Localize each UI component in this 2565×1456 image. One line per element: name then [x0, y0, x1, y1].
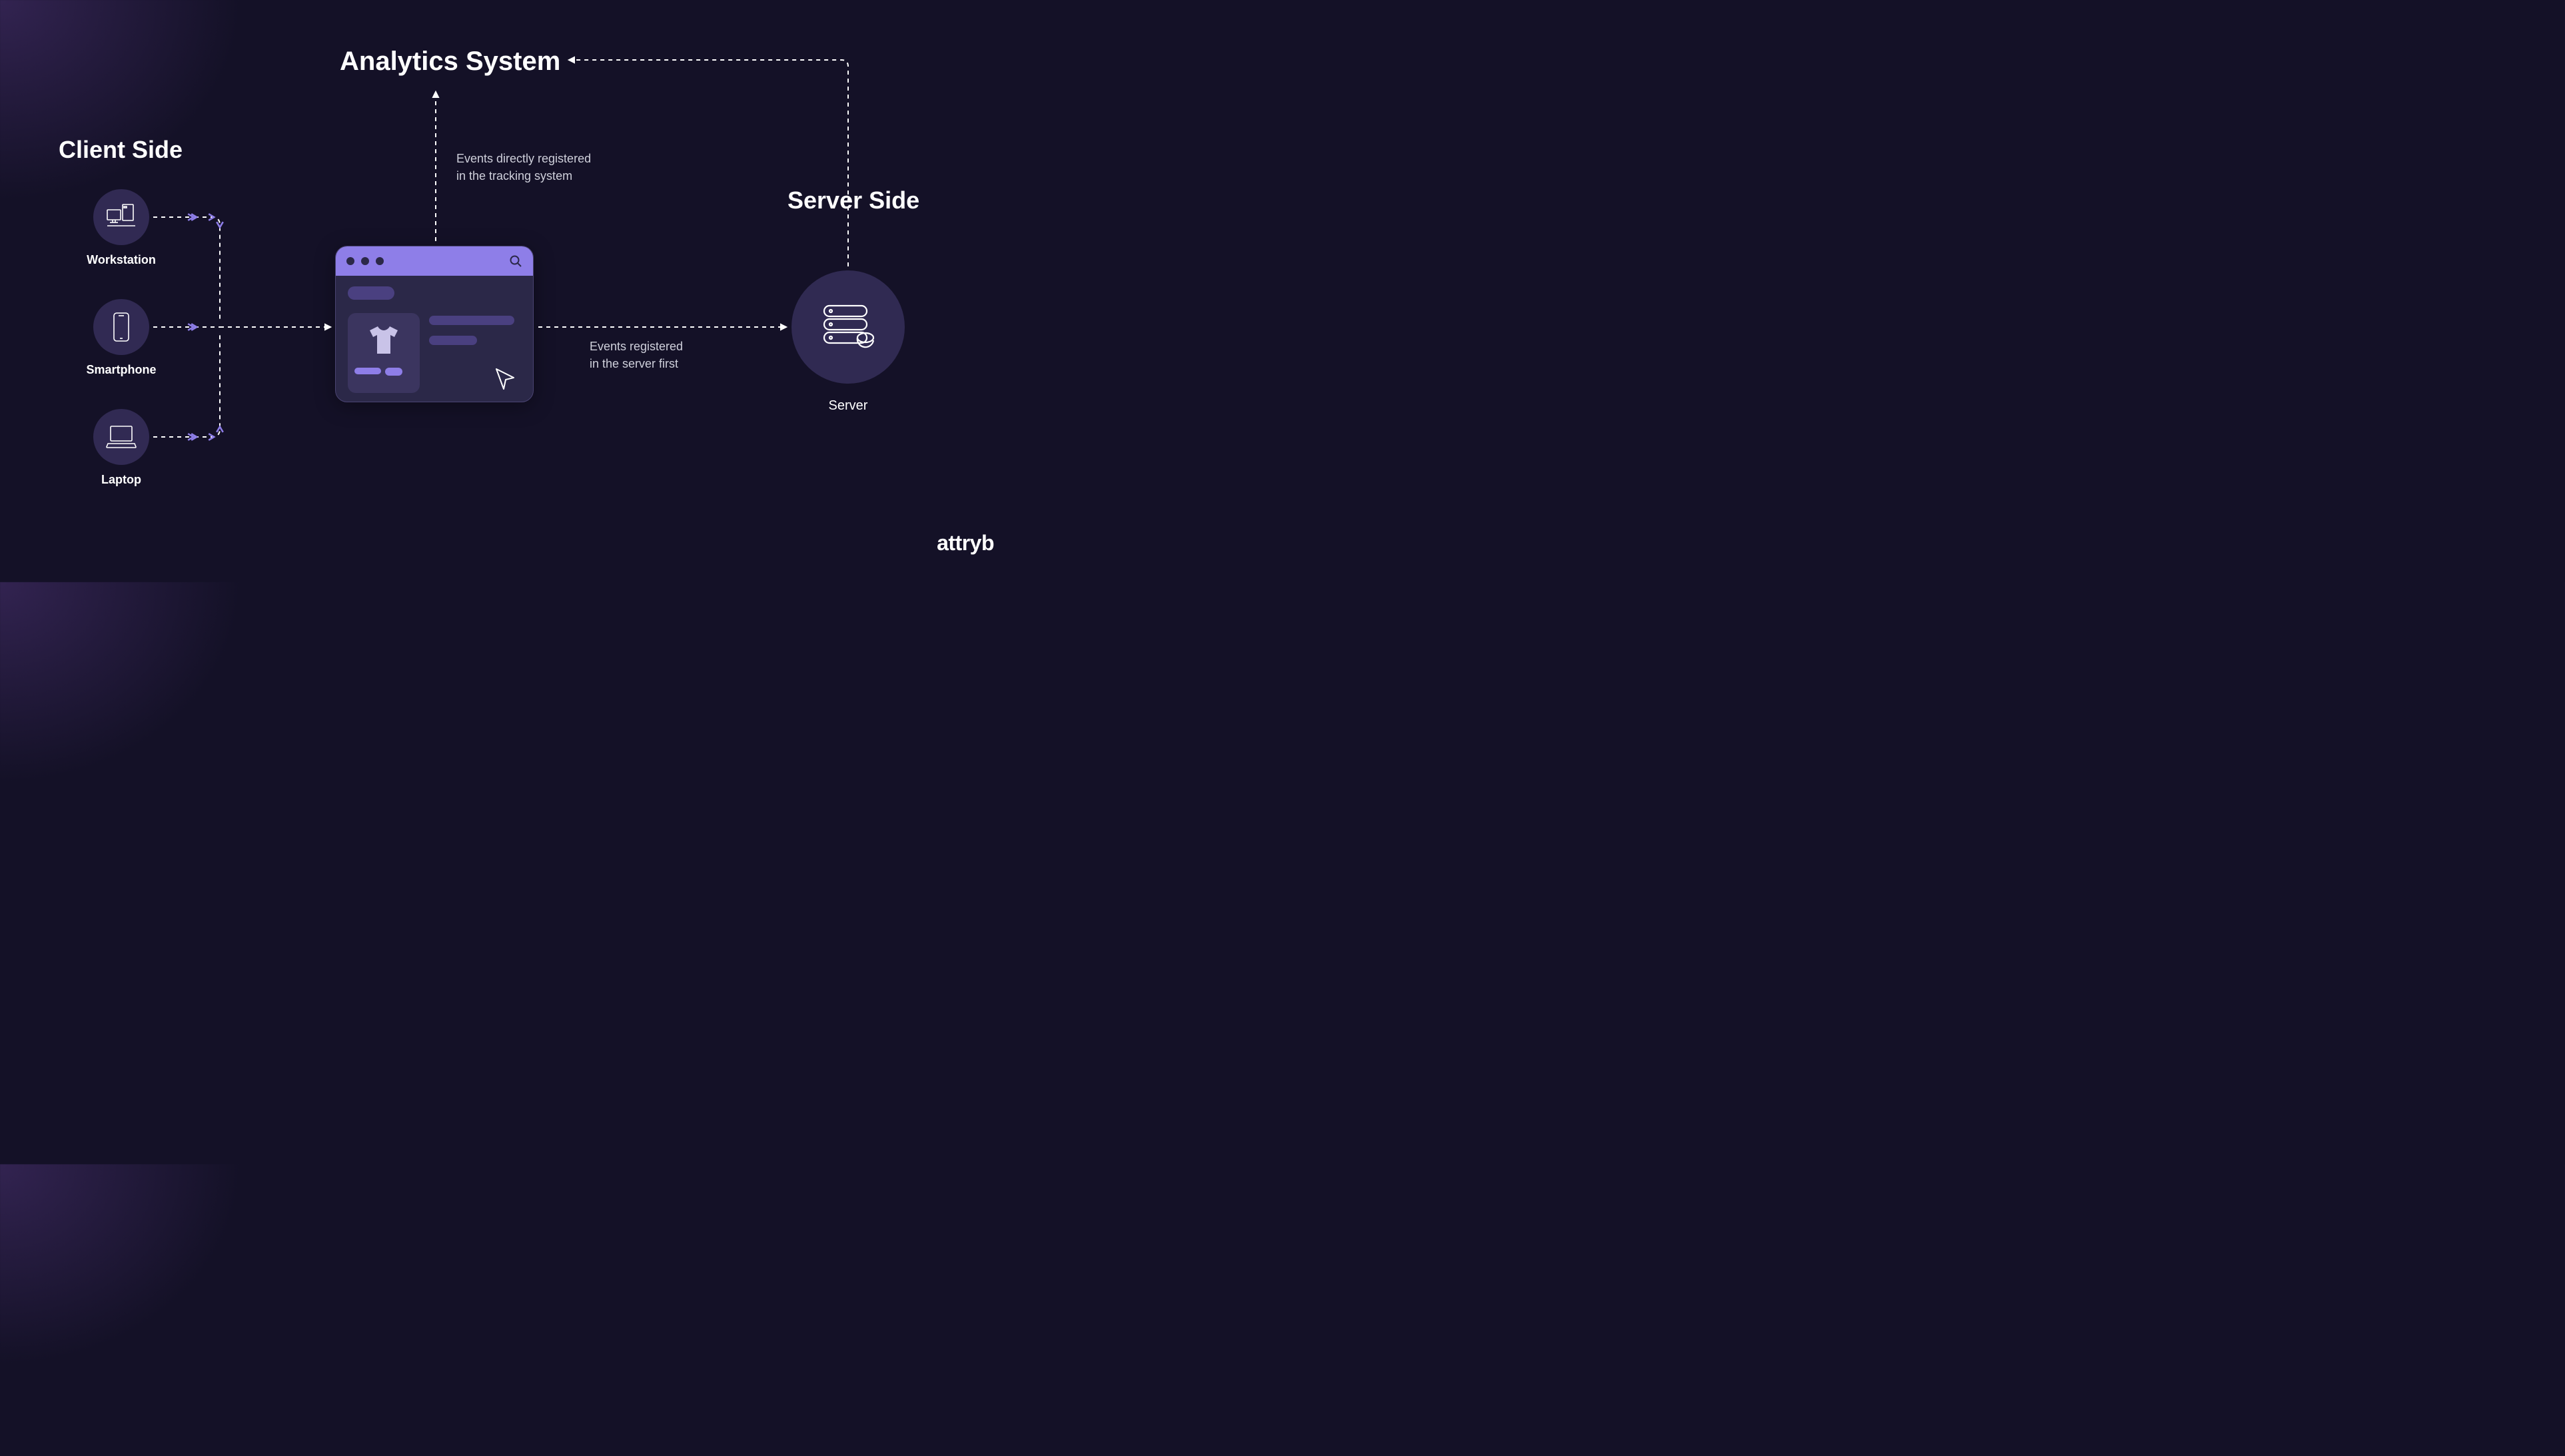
brand-logo: attryb	[937, 531, 994, 555]
connectors	[0, 0, 1026, 582]
